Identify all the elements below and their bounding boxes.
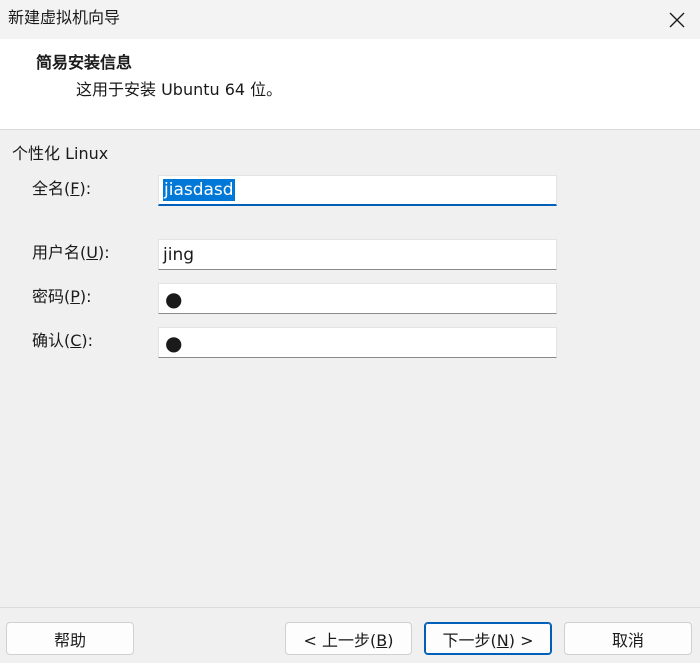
- password-input[interactable]: ●: [158, 283, 557, 314]
- back-button-label: < 上一步(B): [303, 630, 394, 650]
- confirm-label: 确认(C):: [32, 331, 94, 350]
- username-label: 用户名(U):: [32, 243, 110, 262]
- back-button[interactable]: < 上一步(B): [285, 622, 412, 655]
- password-label: 密码(P):: [32, 287, 92, 306]
- section-label-personalize: 个性化 Linux: [12, 144, 109, 163]
- close-icon: [669, 12, 685, 27]
- page-title: 简易安装信息: [36, 53, 133, 72]
- help-button-label: 帮助: [53, 630, 86, 650]
- password-value: ●: [165, 286, 183, 311]
- fullname-label: 全名(F):: [32, 179, 92, 198]
- username-value: jing: [163, 244, 195, 265]
- confirm-password-input[interactable]: ●: [158, 327, 557, 358]
- confirm-value: ●: [165, 330, 183, 355]
- fullname-value: jiasdasd: [163, 179, 235, 201]
- username-input[interactable]: jing: [158, 239, 557, 270]
- next-button[interactable]: 下一步(N) >: [424, 622, 552, 655]
- page-subtitle: 这用于安装 Ubuntu 64 位。: [76, 80, 283, 99]
- cancel-button-label: 取消: [611, 630, 644, 650]
- window-title: 新建虚拟机向导: [8, 8, 121, 27]
- fullname-input[interactable]: jiasdasd: [158, 175, 557, 206]
- help-button[interactable]: 帮助: [6, 622, 134, 655]
- cancel-button[interactable]: 取消: [564, 622, 692, 655]
- header-panel: 简易安装信息 这用于安装 Ubuntu 64 位。: [0, 39, 700, 130]
- new-vm-wizard-dialog: 新建虚拟机向导 简易安装信息 这用于安装 Ubuntu 64 位。 个性化 Li…: [0, 0, 700, 663]
- close-button[interactable]: [654, 0, 700, 39]
- title-bar: 新建虚拟机向导: [0, 0, 700, 39]
- footer-divider: [0, 607, 700, 608]
- next-button-label: 下一步(N) >: [442, 630, 534, 650]
